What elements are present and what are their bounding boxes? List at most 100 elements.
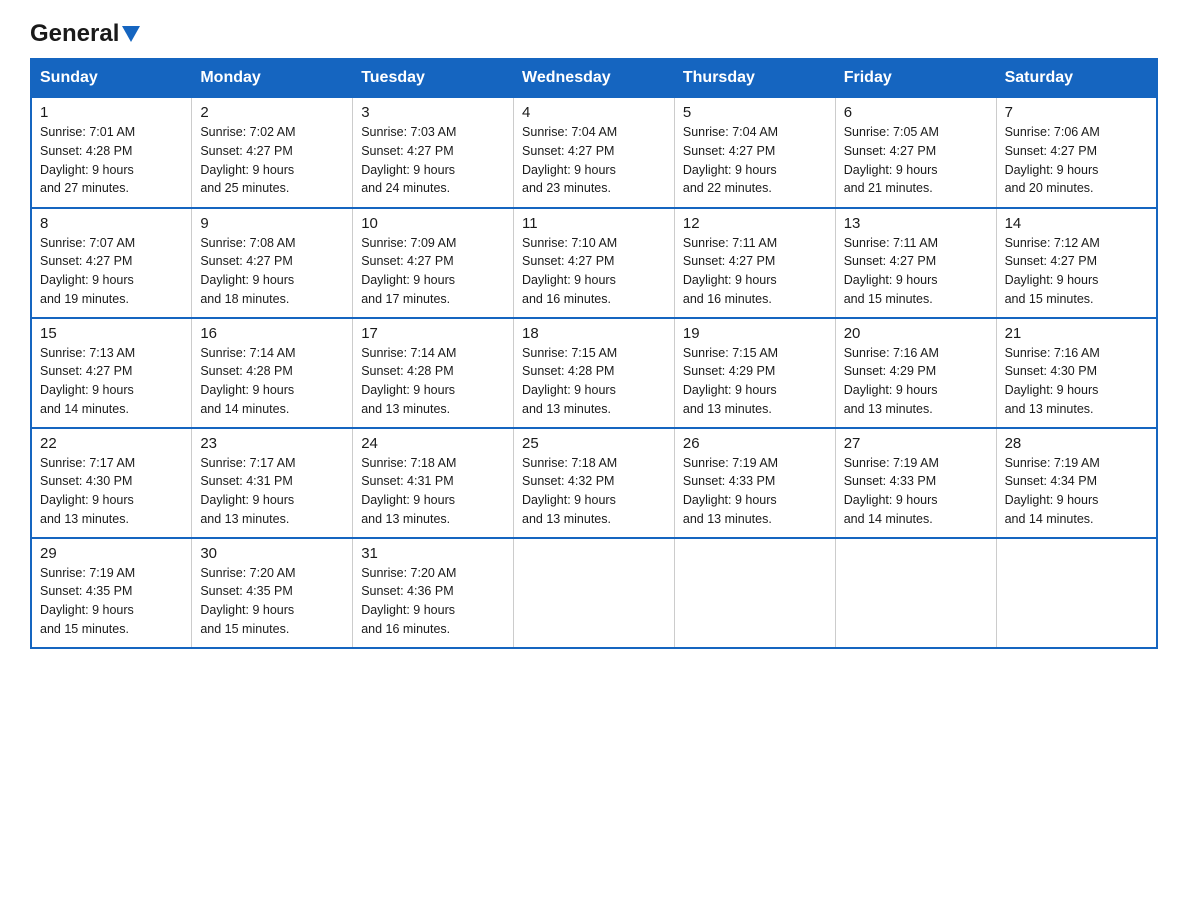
day-number: 17 xyxy=(361,325,505,342)
weekday-header-wednesday: Wednesday xyxy=(514,59,675,98)
calendar-day-cell: 15 Sunrise: 7:13 AM Sunset: 4:27 PM Dayl… xyxy=(31,318,192,428)
calendar-day-cell: 24 Sunrise: 7:18 AM Sunset: 4:31 PM Dayl… xyxy=(353,428,514,538)
calendar-day-cell: 3 Sunrise: 7:03 AM Sunset: 4:27 PM Dayli… xyxy=(353,98,514,208)
calendar-day-cell: 6 Sunrise: 7:05 AM Sunset: 4:27 PM Dayli… xyxy=(835,98,996,208)
day-number: 14 xyxy=(1005,215,1148,232)
page-header: General xyxy=(30,20,1158,48)
day-number: 27 xyxy=(844,435,988,452)
calendar-week-row: 8 Sunrise: 7:07 AM Sunset: 4:27 PM Dayli… xyxy=(31,208,1157,318)
logo-triangle-icon xyxy=(122,26,140,47)
day-number: 9 xyxy=(200,215,344,232)
day-info: Sunrise: 7:16 AM Sunset: 4:29 PM Dayligh… xyxy=(844,344,988,419)
calendar-day-cell: 23 Sunrise: 7:17 AM Sunset: 4:31 PM Dayl… xyxy=(192,428,353,538)
day-number: 20 xyxy=(844,325,988,342)
day-info: Sunrise: 7:08 AM Sunset: 4:27 PM Dayligh… xyxy=(200,234,344,309)
day-number: 31 xyxy=(361,545,505,562)
weekday-header-sunday: Sunday xyxy=(31,59,192,98)
calendar-day-cell: 22 Sunrise: 7:17 AM Sunset: 4:30 PM Dayl… xyxy=(31,428,192,538)
day-info: Sunrise: 7:04 AM Sunset: 4:27 PM Dayligh… xyxy=(683,123,827,198)
calendar-week-row: 29 Sunrise: 7:19 AM Sunset: 4:35 PM Dayl… xyxy=(31,538,1157,648)
weekday-header-saturday: Saturday xyxy=(996,59,1157,98)
day-info: Sunrise: 7:12 AM Sunset: 4:27 PM Dayligh… xyxy=(1005,234,1148,309)
calendar-day-cell: 5 Sunrise: 7:04 AM Sunset: 4:27 PM Dayli… xyxy=(674,98,835,208)
day-number: 21 xyxy=(1005,325,1148,342)
day-number: 13 xyxy=(844,215,988,232)
day-info: Sunrise: 7:14 AM Sunset: 4:28 PM Dayligh… xyxy=(200,344,344,419)
day-info: Sunrise: 7:07 AM Sunset: 4:27 PM Dayligh… xyxy=(40,234,183,309)
day-number: 2 xyxy=(200,104,344,121)
day-info: Sunrise: 7:15 AM Sunset: 4:29 PM Dayligh… xyxy=(683,344,827,419)
calendar-day-cell xyxy=(674,538,835,648)
day-info: Sunrise: 7:06 AM Sunset: 4:27 PM Dayligh… xyxy=(1005,123,1148,198)
day-number: 19 xyxy=(683,325,827,342)
day-info: Sunrise: 7:11 AM Sunset: 4:27 PM Dayligh… xyxy=(844,234,988,309)
day-info: Sunrise: 7:17 AM Sunset: 4:31 PM Dayligh… xyxy=(200,454,344,529)
day-number: 30 xyxy=(200,545,344,562)
calendar-day-cell: 27 Sunrise: 7:19 AM Sunset: 4:33 PM Dayl… xyxy=(835,428,996,538)
day-info: Sunrise: 7:17 AM Sunset: 4:30 PM Dayligh… xyxy=(40,454,183,529)
day-number: 24 xyxy=(361,435,505,452)
day-info: Sunrise: 7:18 AM Sunset: 4:31 PM Dayligh… xyxy=(361,454,505,529)
calendar-day-cell: 13 Sunrise: 7:11 AM Sunset: 4:27 PM Dayl… xyxy=(835,208,996,318)
day-number: 26 xyxy=(683,435,827,452)
calendar-day-cell: 11 Sunrise: 7:10 AM Sunset: 4:27 PM Dayl… xyxy=(514,208,675,318)
day-number: 3 xyxy=(361,104,505,121)
day-number: 22 xyxy=(40,435,183,452)
day-info: Sunrise: 7:02 AM Sunset: 4:27 PM Dayligh… xyxy=(200,123,344,198)
day-info: Sunrise: 7:13 AM Sunset: 4:27 PM Dayligh… xyxy=(40,344,183,419)
day-info: Sunrise: 7:20 AM Sunset: 4:35 PM Dayligh… xyxy=(200,564,344,639)
day-info: Sunrise: 7:05 AM Sunset: 4:27 PM Dayligh… xyxy=(844,123,988,198)
calendar-day-cell: 10 Sunrise: 7:09 AM Sunset: 4:27 PM Dayl… xyxy=(353,208,514,318)
calendar-day-cell xyxy=(835,538,996,648)
calendar-day-cell xyxy=(996,538,1157,648)
calendar-day-cell: 16 Sunrise: 7:14 AM Sunset: 4:28 PM Dayl… xyxy=(192,318,353,428)
calendar-week-row: 1 Sunrise: 7:01 AM Sunset: 4:28 PM Dayli… xyxy=(31,98,1157,208)
weekday-header-row: SundayMondayTuesdayWednesdayThursdayFrid… xyxy=(31,59,1157,98)
logo: General xyxy=(30,20,140,48)
day-number: 15 xyxy=(40,325,183,342)
day-number: 16 xyxy=(200,325,344,342)
day-number: 7 xyxy=(1005,104,1148,121)
day-number: 10 xyxy=(361,215,505,232)
weekday-header-friday: Friday xyxy=(835,59,996,98)
day-info: Sunrise: 7:19 AM Sunset: 4:33 PM Dayligh… xyxy=(683,454,827,529)
day-info: Sunrise: 7:01 AM Sunset: 4:28 PM Dayligh… xyxy=(40,123,183,198)
day-number: 25 xyxy=(522,435,666,452)
day-info: Sunrise: 7:11 AM Sunset: 4:27 PM Dayligh… xyxy=(683,234,827,309)
day-number: 6 xyxy=(844,104,988,121)
day-info: Sunrise: 7:18 AM Sunset: 4:32 PM Dayligh… xyxy=(522,454,666,529)
day-number: 23 xyxy=(200,435,344,452)
day-number: 5 xyxy=(683,104,827,121)
day-number: 28 xyxy=(1005,435,1148,452)
calendar-day-cell: 2 Sunrise: 7:02 AM Sunset: 4:27 PM Dayli… xyxy=(192,98,353,208)
calendar-day-cell: 12 Sunrise: 7:11 AM Sunset: 4:27 PM Dayl… xyxy=(674,208,835,318)
calendar-day-cell: 4 Sunrise: 7:04 AM Sunset: 4:27 PM Dayli… xyxy=(514,98,675,208)
calendar-day-cell: 18 Sunrise: 7:15 AM Sunset: 4:28 PM Dayl… xyxy=(514,318,675,428)
calendar-day-cell xyxy=(514,538,675,648)
day-info: Sunrise: 7:19 AM Sunset: 4:35 PM Dayligh… xyxy=(40,564,183,639)
day-number: 29 xyxy=(40,545,183,562)
calendar-day-cell: 25 Sunrise: 7:18 AM Sunset: 4:32 PM Dayl… xyxy=(514,428,675,538)
day-info: Sunrise: 7:15 AM Sunset: 4:28 PM Dayligh… xyxy=(522,344,666,419)
calendar-day-cell: 28 Sunrise: 7:19 AM Sunset: 4:34 PM Dayl… xyxy=(996,428,1157,538)
day-info: Sunrise: 7:20 AM Sunset: 4:36 PM Dayligh… xyxy=(361,564,505,639)
weekday-header-tuesday: Tuesday xyxy=(353,59,514,98)
calendar-table: SundayMondayTuesdayWednesdayThursdayFrid… xyxy=(30,58,1158,649)
calendar-day-cell: 20 Sunrise: 7:16 AM Sunset: 4:29 PM Dayl… xyxy=(835,318,996,428)
day-number: 4 xyxy=(522,104,666,121)
day-info: Sunrise: 7:04 AM Sunset: 4:27 PM Dayligh… xyxy=(522,123,666,198)
day-number: 12 xyxy=(683,215,827,232)
weekday-header-thursday: Thursday xyxy=(674,59,835,98)
logo-general-text: General xyxy=(30,20,119,48)
calendar-day-cell: 7 Sunrise: 7:06 AM Sunset: 4:27 PM Dayli… xyxy=(996,98,1157,208)
calendar-day-cell: 26 Sunrise: 7:19 AM Sunset: 4:33 PM Dayl… xyxy=(674,428,835,538)
day-number: 1 xyxy=(40,104,183,121)
calendar-day-cell: 9 Sunrise: 7:08 AM Sunset: 4:27 PM Dayli… xyxy=(192,208,353,318)
day-info: Sunrise: 7:19 AM Sunset: 4:33 PM Dayligh… xyxy=(844,454,988,529)
calendar-week-row: 15 Sunrise: 7:13 AM Sunset: 4:27 PM Dayl… xyxy=(31,318,1157,428)
calendar-day-cell: 31 Sunrise: 7:20 AM Sunset: 4:36 PM Dayl… xyxy=(353,538,514,648)
day-info: Sunrise: 7:14 AM Sunset: 4:28 PM Dayligh… xyxy=(361,344,505,419)
calendar-day-cell: 8 Sunrise: 7:07 AM Sunset: 4:27 PM Dayli… xyxy=(31,208,192,318)
day-info: Sunrise: 7:16 AM Sunset: 4:30 PM Dayligh… xyxy=(1005,344,1148,419)
calendar-day-cell: 21 Sunrise: 7:16 AM Sunset: 4:30 PM Dayl… xyxy=(996,318,1157,428)
